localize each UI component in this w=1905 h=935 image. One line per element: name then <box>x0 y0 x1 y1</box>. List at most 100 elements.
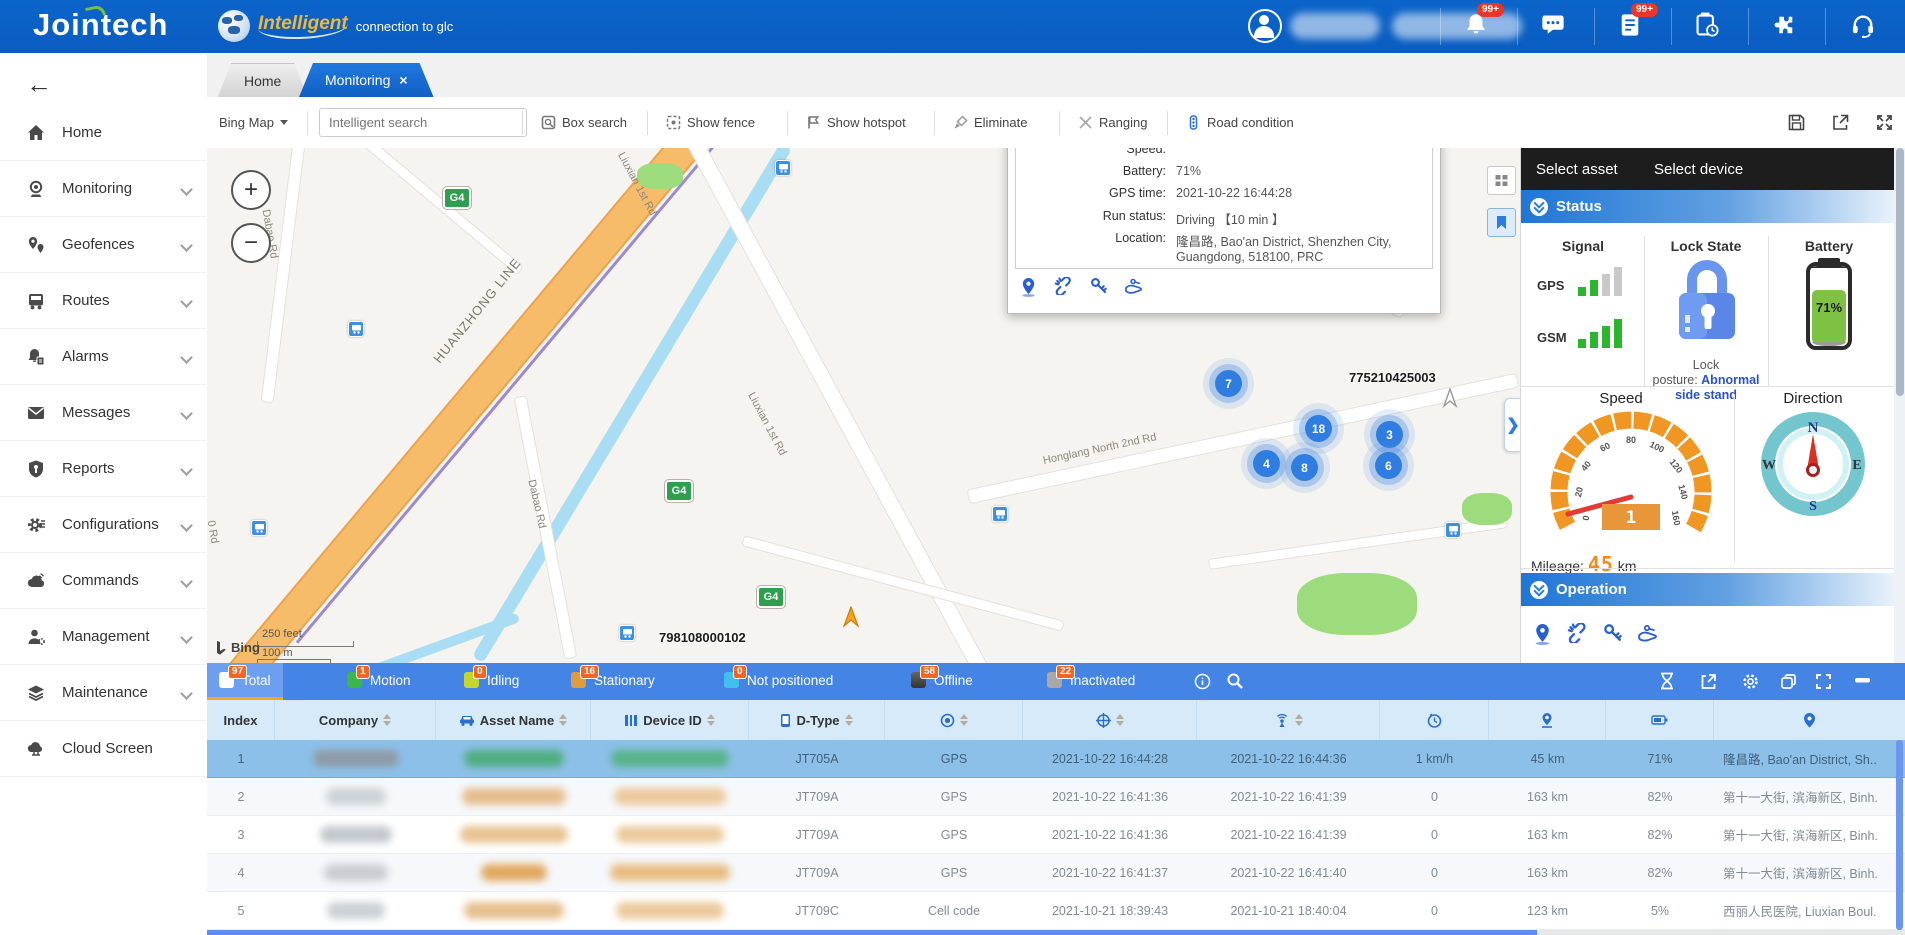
filter-tab-not-positioned[interactable]: 0 Not positioned <box>712 663 845 697</box>
table-vertical-scrollbar[interactable] <box>1896 740 1903 930</box>
sidebar-item-geofences[interactable]: Geofences <box>0 217 207 273</box>
map-canvas[interactable]: HUANZHONG LINE HUANZHONG LINE Liuxian 1s… <box>207 148 1520 663</box>
bus-stop-icon[interactable] <box>348 321 364 337</box>
copy-icon[interactable] <box>1778 671 1798 691</box>
status-section-header[interactable]: Status <box>1521 190 1894 223</box>
filter-tab-total[interactable]: 97 Total <box>207 663 283 700</box>
cluster-marker[interactable]: 3 <box>1376 421 1403 448</box>
col-mileage[interactable] <box>1489 700 1606 740</box>
cluster-marker[interactable]: 18 <box>1305 415 1332 442</box>
tab-select-asset[interactable]: Select asset <box>1536 148 1618 193</box>
filter-tab-motion[interactable]: 1 Motion <box>335 663 423 697</box>
takeover-icon[interactable] <box>1124 277 1144 302</box>
filter-tab-idling[interactable]: 0 Idling <box>452 663 531 697</box>
eliminate-button[interactable]: Eliminate <box>952 97 1027 148</box>
sidebar-item-home[interactable]: Home <box>0 105 207 161</box>
table-row[interactable]: 3 JT709A GPS 2021-10-22 16:41:36 2021-10… <box>207 816 1905 854</box>
unlock-icon[interactable] <box>1603 623 1622 650</box>
tab-monitoring[interactable]: Monitoring × <box>299 63 434 97</box>
sidebar-item-configurations[interactable]: Configurations <box>0 497 207 553</box>
locate-icon[interactable] <box>1020 277 1037 302</box>
ranging-button[interactable]: Ranging <box>1077 97 1147 148</box>
support-button[interactable] <box>1850 12 1880 42</box>
expand-map-button[interactable] <box>1875 97 1894 148</box>
cluster-marker[interactable]: 8 <box>1291 454 1318 481</box>
bus-stop-icon[interactable] <box>1445 522 1461 538</box>
col-location[interactable] <box>1714 700 1905 740</box>
vehicle-info-box: Speed: Battery: 71% GPS time: 2021-10-22… <box>1015 148 1433 269</box>
track-icon[interactable] <box>1054 276 1073 302</box>
tab-home[interactable]: Home <box>217 63 308 99</box>
minimize-icon[interactable] <box>1853 671 1873 691</box>
show-fence-button[interactable]: Show fence <box>665 97 755 148</box>
save-view-button[interactable] <box>1787 97 1806 148</box>
col-device-id[interactable]: Device ID <box>591 700 749 740</box>
col-position-type[interactable] <box>885 700 1023 740</box>
bus-stop-icon[interactable] <box>251 520 267 536</box>
schedule-button[interactable] <box>1694 12 1724 42</box>
vehicle-marker-icon[interactable] <box>841 606 861 628</box>
close-tab-icon[interactable]: × <box>399 72 407 88</box>
sidebar-item-maintenance[interactable]: Maintenance <box>0 665 207 721</box>
sidebar-item-commands[interactable]: Commands <box>0 553 207 609</box>
table-row[interactable]: 4 JT709A GPS 2021-10-22 16:41:37 2021-10… <box>207 854 1905 892</box>
table-row[interactable]: 2 JT709A GPS 2021-10-22 16:41:36 2021-10… <box>207 778 1905 816</box>
work-orders-button[interactable]: 99+ <box>1617 3 1658 42</box>
tab-select-device[interactable]: Select device <box>1654 148 1743 190</box>
show-hotspot-button[interactable]: Show hotspot <box>805 97 906 148</box>
layers-panel-button[interactable] <box>1487 166 1516 195</box>
sidebar-item-management[interactable]: Management <box>0 609 207 665</box>
col-company[interactable]: Company <box>275 700 436 740</box>
table-row[interactable]: 5 JT709C Cell code 2021-10-21 18:39:43 2… <box>207 892 1905 930</box>
road-condition-button[interactable]: Road condition <box>1185 97 1294 148</box>
export-view-button[interactable] <box>1831 97 1850 148</box>
table-horizontal-scrollbar[interactable] <box>207 930 1905 935</box>
panel-scrollbar[interactable] <box>1894 148 1905 663</box>
intelligent-search-input[interactable] <box>319 108 527 137</box>
back-button[interactable]: ← <box>26 71 52 97</box>
track-icon[interactable] <box>1567 622 1588 650</box>
sidebar-item-messages[interactable]: Messages <box>0 385 207 441</box>
chat-button[interactable] <box>1540 12 1570 42</box>
settings-gear-icon[interactable] <box>1740 671 1760 691</box>
bus-stop-icon[interactable] <box>992 506 1008 522</box>
info-icon[interactable] <box>1192 671 1212 691</box>
map-provider-dropdown[interactable]: Bing Map <box>219 97 288 148</box>
col-index[interactable]: Index <box>207 700 275 740</box>
zoom-in-button[interactable]: + <box>231 170 271 210</box>
col-battery[interactable] <box>1606 700 1714 740</box>
export-list-icon[interactable] <box>1698 671 1718 691</box>
takeover-icon[interactable] <box>1637 623 1659 650</box>
cluster-marker[interactable]: 7 <box>1215 370 1242 397</box>
col-d-type[interactable]: D-Type <box>749 700 885 740</box>
filter-tab-offline[interactable]: 58 Offline <box>899 663 985 697</box>
table-row[interactable]: 1 JT705A GPS 2021-10-22 16:44:28 2021-10… <box>207 740 1905 778</box>
collapse-panel-tab[interactable]: ❯ <box>1504 398 1520 452</box>
cluster-marker[interactable]: 4 <box>1253 450 1280 477</box>
cluster-marker[interactable]: 6 <box>1375 452 1402 479</box>
notifications-button[interactable]: 99+ <box>1463 3 1504 42</box>
bookmark-panel-button[interactable] <box>1487 208 1516 237</box>
sidebar-item-routes[interactable]: Routes <box>0 273 207 329</box>
sidebar-item-reports[interactable]: Reports <box>0 441 207 497</box>
col-receive-time[interactable] <box>1197 700 1380 740</box>
col-speed[interactable] <box>1380 700 1489 740</box>
bus-stop-icon[interactable] <box>775 160 791 176</box>
history-hourglass-icon[interactable] <box>1657 671 1677 691</box>
locate-icon[interactable] <box>1533 623 1552 650</box>
sidebar-item-cloud-screen[interactable]: Cloud Screen <box>0 721 207 777</box>
plugins-button[interactable] <box>1771 12 1801 42</box>
search-icon[interactable] <box>1225 671 1245 691</box>
fullscreen-icon[interactable] <box>1813 671 1833 691</box>
filter-tab-inactivated[interactable]: 22 Inactivated <box>1035 663 1147 697</box>
sidebar-item-alarms[interactable]: Alarms <box>0 329 207 385</box>
unlock-icon[interactable] <box>1090 277 1107 302</box>
operation-section-header[interactable]: Operation <box>1521 573 1894 606</box>
col-gps-time[interactable] <box>1023 700 1197 740</box>
bus-stop-icon[interactable] <box>619 625 635 641</box>
col-asset-name[interactable]: Asset Name <box>436 700 591 740</box>
box-search-button[interactable]: Box search <box>540 97 627 148</box>
filter-tab-stationary[interactable]: 16 Stationary <box>559 663 667 697</box>
sidebar-item-monitoring[interactable]: Monitoring <box>0 161 207 217</box>
zoom-out-button[interactable]: − <box>231 223 271 263</box>
